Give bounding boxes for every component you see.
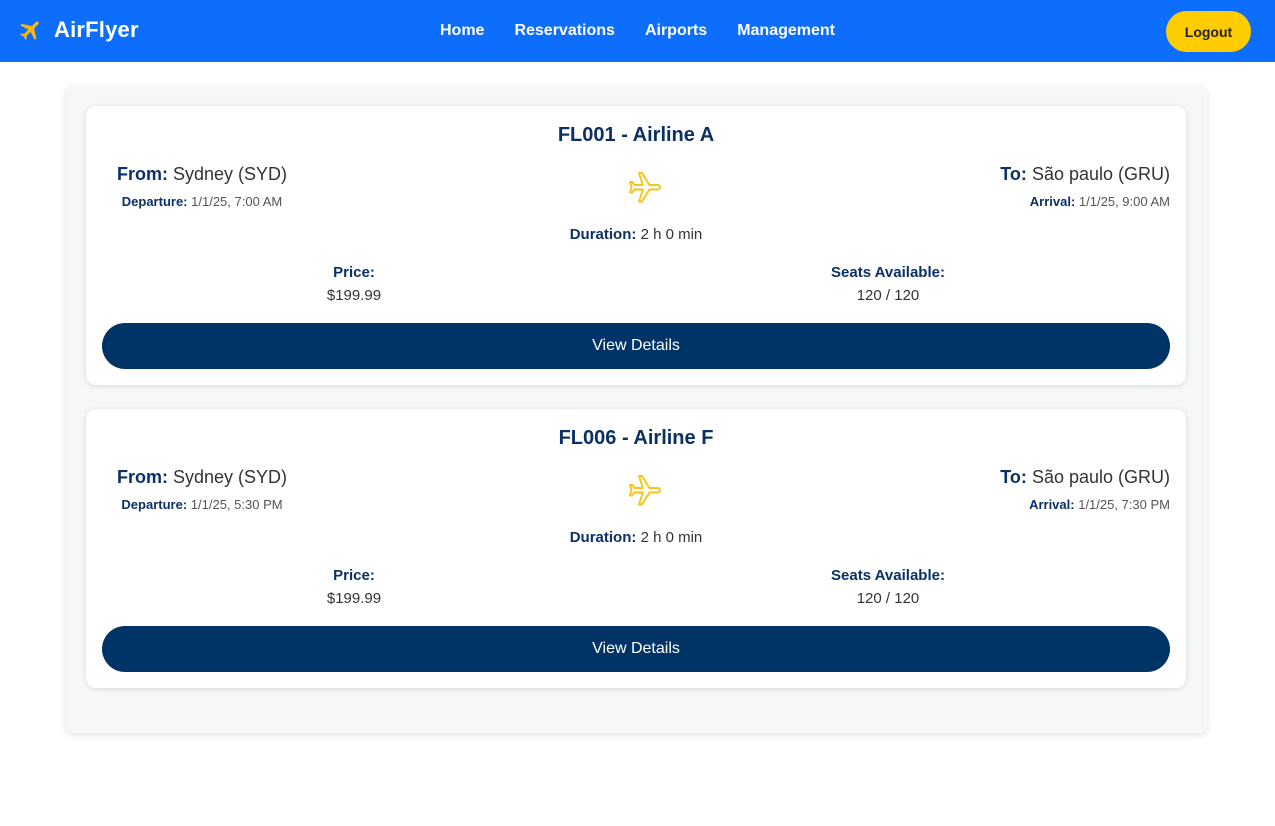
origin-block: From: Sydney (SYD) Departure: 1/1/25, 5:… [102,467,302,512]
duration: Duration: 2 h 0 min [86,529,1186,546]
flight-title: FL006 - Airline F [558,427,714,449]
top-navbar: AirFlyer Home Reservations Airports Mana… [0,0,1275,62]
to-value: São paulo (GRU) [1031,164,1170,184]
flight-title: FL001 - Airline A [557,124,715,146]
departure-label: Departure: [121,497,188,512]
to-value: São paulo (GRU) [1031,467,1170,487]
seats-label: Seats Available: [831,567,945,584]
from-label: From: [116,164,168,184]
logout-button[interactable]: Logout [1166,11,1251,52]
departure-label: Departure: [121,194,188,209]
seats-block: Seats Available: 120 / 120 [738,264,1038,304]
destination-block: To: São paulo (GRU) Arrival: 1/1/25, 7:3… [950,467,1170,512]
airplane-outline-icon [629,172,661,203]
from-label: From: [116,467,168,487]
departure-value: 1/1/25, 7:00 AM [191,194,283,209]
seats-value: 120 / 120 [856,287,920,304]
arrival-label: Arrival: [1029,497,1075,512]
duration-value: 2 h 0 min [640,529,703,546]
price-label: Price: [333,264,375,281]
view-details-button[interactable]: View Details [102,323,1170,369]
nav-airports[interactable]: Airports [645,22,707,40]
brand-name: AirFlyer [54,17,139,42]
price-value: $199.99 [326,590,382,607]
airplane-icon [20,21,39,40]
seats-value: 120 / 120 [856,590,920,607]
duration: Duration: 2 h 0 min [86,226,1186,243]
duration-label: Duration: [569,226,637,243]
from-value: Sydney (SYD) [172,467,288,487]
arrival-value: 1/1/25, 7:30 PM [1078,497,1170,512]
seats-label: Seats Available: [831,264,945,281]
nav-management[interactable]: Management [737,22,835,40]
arrival-label: Arrival: [1029,194,1076,209]
view-details-button[interactable]: View Details [102,626,1170,672]
arrival-value: 1/1/25, 9:00 AM [1078,194,1170,209]
main-nav: Home Reservations Airports Management [0,0,1275,62]
to-label: To: [1000,467,1027,487]
seats-block: Seats Available: 120 / 120 [738,567,1038,607]
from-value: Sydney (SYD) [172,164,288,184]
flight-card: FL006 - Airline F From: Sydney (SYD) Dep… [86,409,1186,688]
nav-home[interactable]: Home [440,22,484,40]
airplane-outline-icon [629,475,661,506]
flight-list-panel: FL001 - Airline A From: Sydney (SYD) Dep… [66,86,1207,733]
nav-reservations[interactable]: Reservations [514,22,615,40]
price-block: Price: $199.99 [204,264,504,304]
duration-label: Duration: [569,529,637,546]
to-label: To: [1000,164,1027,184]
price-value: $199.99 [326,287,382,304]
duration-value: 2 h 0 min [640,226,703,243]
origin-block: From: Sydney (SYD) Departure: 1/1/25, 7:… [102,164,302,209]
departure-value: 1/1/25, 5:30 PM [190,497,283,512]
price-block: Price: $199.99 [204,567,504,607]
destination-block: To: São paulo (GRU) Arrival: 1/1/25, 9:0… [950,164,1170,209]
price-label: Price: [333,567,375,584]
brand[interactable]: AirFlyer [18,17,139,43]
flight-card: FL001 - Airline A From: Sydney (SYD) Dep… [86,106,1186,385]
